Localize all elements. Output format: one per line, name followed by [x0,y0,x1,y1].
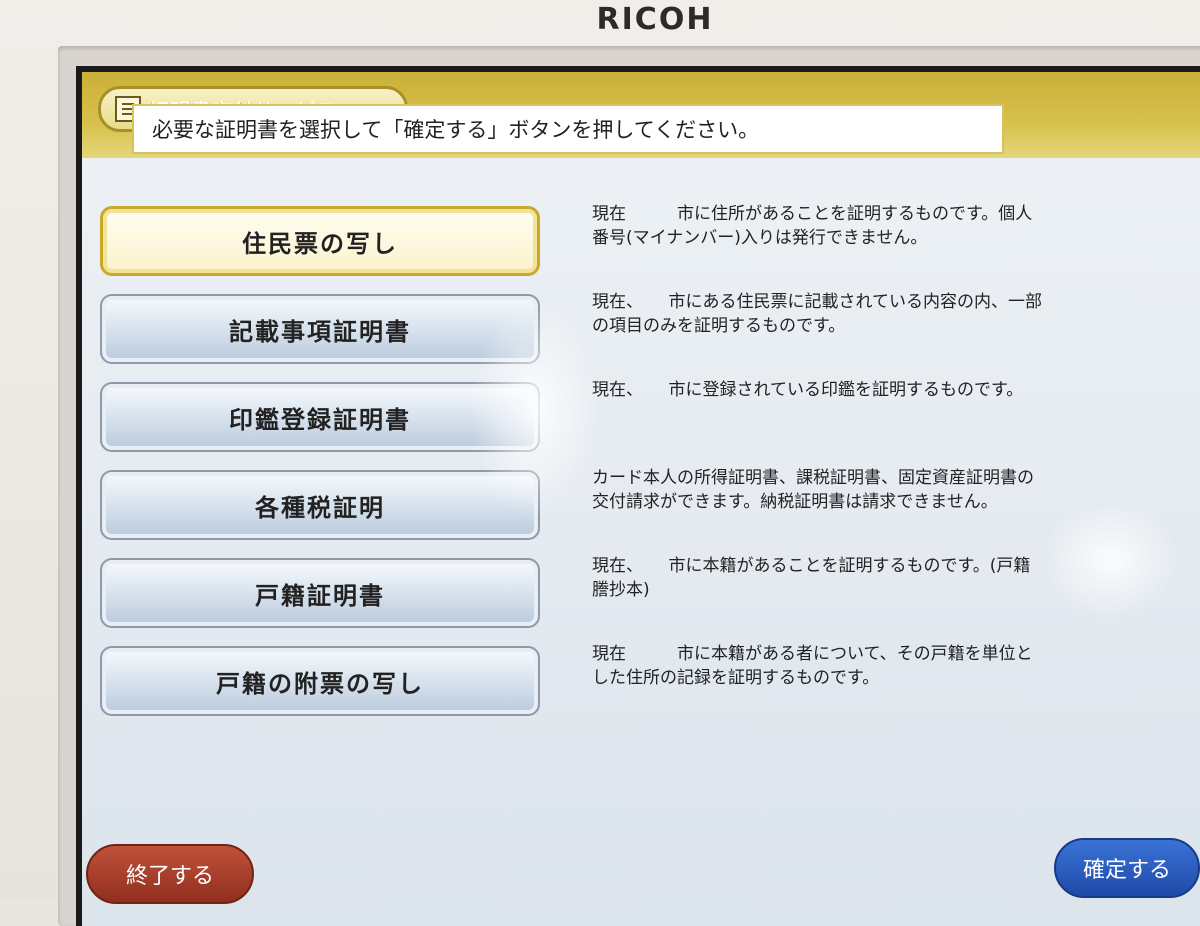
instruction-text: 必要な証明書を選択して「確定する」ボタンを押してください。 [132,104,1004,154]
confirm-button[interactable]: 確定する [1054,838,1200,898]
option-description: 現在、 市に本籍があることを証明するものです。(戸籍謄抄本) [592,556,1031,600]
option-row: 戸籍の附票の写し 現在 市に本籍がある者について、その戸籍を単位とした住所の記録… [100,644,1080,734]
option-description: 現在 市に住所があることを証明するものです。個人番号(マイナンバー)入りは発行で… [592,204,1033,248]
option-row: 住民票の写し 現在 市に住所があることを証明するものです。個人番号(マイナンバー… [100,204,1080,294]
option-row: 記載事項証明書 現在、 市にある住民票に記載されている内容の内、一部の項目のみを… [100,292,1080,382]
option-button-tax[interactable]: 各種税証明 [100,470,540,540]
option-description: 現在、 市に登録されている印鑑を証明するものです。 [592,380,1024,400]
option-button-koseki[interactable]: 戸籍証明書 [100,558,540,628]
option-button-inkan[interactable]: 印鑑登録証明書 [100,382,540,452]
kiosk-bezel: RICOH 証明書交付サービス 必要な証明書を選択して「確定する」ボタンを押して… [0,0,1200,926]
option-row: 各種税証明 カード本人の所得証明書、課税証明書、固定資産証明書の交付請求ができま… [100,468,1080,558]
option-button-koseki-fuhyo[interactable]: 戸籍の附票の写し [100,646,540,716]
option-row: 印鑑登録証明書 現在、 市に登録されている印鑑を証明するものです。 [100,380,1080,470]
option-description: 現在、 市にある住民票に記載されている内容の内、一部の項目のみを証明するものです… [592,292,1042,336]
brand-logo: RICOH [596,2,714,37]
option-button-jyuminhyo[interactable]: 住民票の写し [100,206,540,276]
option-row: 戸籍証明書 現在、 市に本籍があることを証明するものです。(戸籍謄抄本) [100,556,1080,646]
option-button-kisai-jiko[interactable]: 記載事項証明書 [100,294,540,364]
option-description: カード本人の所得証明書、課税証明書、固定資産証明書の交付請求ができます。納税証明… [592,468,1034,512]
exit-button[interactable]: 終了する [86,844,254,904]
option-description: 現在 市に本籍がある者について、その戸籍を単位とした住所の記録を証明するものです… [592,644,1033,688]
certificate-options: 住民票の写し 現在 市に住所があることを証明するものです。個人番号(マイナンバー… [100,204,1080,734]
